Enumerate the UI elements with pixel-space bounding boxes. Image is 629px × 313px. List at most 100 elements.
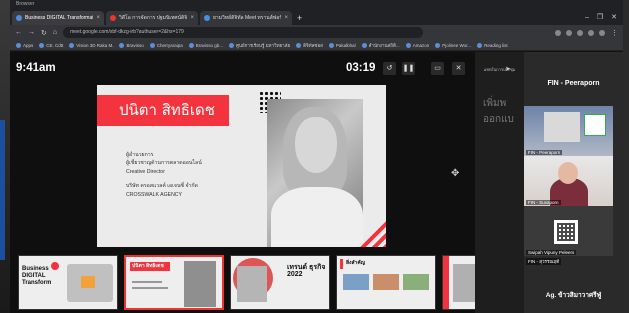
slide-role-line: Creative Director xyxy=(126,168,165,175)
reading-list-icon xyxy=(477,42,483,48)
extension-icon[interactable] xyxy=(588,29,594,36)
participant-label: Swipah Vipuny Peleers xyxy=(526,250,577,255)
chat-preview: เพิ่มพ ออกแบ xyxy=(483,96,514,128)
slide-thumbnails: Business DIGITAL Transform ปนิตา สิทธิเด… xyxy=(18,255,476,311)
bookmark-item[interactable]: ดิจิทัลซ่อส xyxy=(296,42,323,49)
tab-business-transform[interactable]: Business DIGITAL Transformation Cha × xyxy=(12,11,104,25)
reset-timer-icon[interactable]: ↺ xyxy=(383,62,396,75)
participant-tile[interactable]: FIN - Suvaporn xyxy=(524,156,613,206)
menu-icon[interactable]: ⋮ xyxy=(611,29,618,37)
home-icon[interactable]: ⌂ xyxy=(53,29,57,36)
participants-panel: FIN - Peeraporn FIN - Peeraporn FIN - Su… xyxy=(524,52,623,313)
thumbnail-title: ปนิตา สิทธิเดช xyxy=(132,263,164,269)
close-icon[interactable]: × xyxy=(96,15,100,21)
bookmark-label: Pakalbhal xyxy=(335,42,356,48)
bookmark-icon xyxy=(328,42,334,48)
tab-favicon-icon xyxy=(16,15,22,21)
bookmark-icon xyxy=(119,42,125,48)
slide-name-title: ปนิตา สิทธิเดช xyxy=(97,95,229,126)
thumbnail-slide-5[interactable] xyxy=(442,255,476,310)
chat-header: แชทในการประชุม xyxy=(483,67,516,72)
close-icon[interactable]: ✕ xyxy=(452,62,465,75)
bookmark-item[interactable]: ศูนย์การเรียนรู้ มหาวิทยาลัย xyxy=(229,42,290,49)
bookmark-item[interactable]: Vision 3D Raka M. xyxy=(69,42,114,48)
bookmark-item[interactable]: Amazon xyxy=(405,42,429,48)
extension-icon[interactable] xyxy=(555,29,561,36)
thumbnail-slide-4[interactable]: สิ่งสำคัญ xyxy=(336,255,436,310)
bookmark-icon xyxy=(39,42,45,48)
bookmark-label: ดิจิทัลซ่อส xyxy=(303,42,323,48)
bookmark-label: Reading list xyxy=(484,42,508,48)
back-icon[interactable]: ← xyxy=(15,29,22,36)
tab-label: ยามวิทย์ดิจิทัล Meet ทรานส์ฟอร์มดิจิทัล xyxy=(213,15,282,21)
bookmark-item[interactable]: Bravisso xyxy=(119,42,144,48)
bookmark-item[interactable]: Pakalbhal xyxy=(328,42,356,48)
meet-icon xyxy=(204,15,210,21)
bookmark-label: CE. Cdtt xyxy=(46,42,64,48)
bookmark-label: Bravisso gb... xyxy=(195,42,224,48)
youtube-icon xyxy=(110,15,116,21)
bookmark-icon xyxy=(149,42,155,48)
participant-name: Ag. ข้าวสิมาวาศรีฟู่ xyxy=(545,292,602,299)
window-title: Browser xyxy=(10,0,623,9)
bookmark-icon xyxy=(435,42,441,48)
forward-icon[interactable]: → xyxy=(28,29,35,36)
bookmark-label: ศูนย์การเรียนรู้ มหาวิทยาลัย xyxy=(236,42,291,48)
bookmark-item[interactable]: Pjolinee Wor... xyxy=(435,42,472,48)
bookmark-label: Vision 3D Raka M. xyxy=(76,42,114,48)
apps-icon xyxy=(16,42,21,48)
bookmark-label: Bravisso xyxy=(126,42,144,48)
url-field[interactable]: meet.google.com/xbf-dkzg-irb?authuser=2&… xyxy=(63,27,424,38)
tab-meet[interactable]: ยามวิทย์ดิจิทัล Meet ทรานส์ฟอร์มดิจิทัล … xyxy=(200,11,292,25)
extension-icon[interactable] xyxy=(566,29,572,36)
participant-tile[interactable]: Swipah Vipuny Peleers xyxy=(524,206,613,256)
thumbnail-slide-3[interactable]: เทรนด์ ธุรกิจ 2022 xyxy=(230,255,330,310)
bookmark-label: Pjolinee Wor... xyxy=(442,42,472,48)
close-icon[interactable]: × xyxy=(284,15,288,21)
address-bar-row: ← → ↻ ⌂ meet.google.com/xbf-dkzg-irb?aut… xyxy=(10,25,623,40)
thumbnail-title: เทรนด์ ธุรกิจ 2022 xyxy=(287,264,326,278)
tab-bar: Business DIGITAL Transformation Cha × วิ… xyxy=(10,9,623,25)
meeting-screenshot: Browser Business DIGITAL Transformation … xyxy=(0,0,629,313)
bookmark-label: Cherryaraipa xyxy=(156,42,183,48)
slide-company-line: CROSSWALK AGENCY xyxy=(126,191,183,198)
thumbnail-slide-2[interactable]: ปนิตา สิทธิเดช xyxy=(124,255,224,310)
slide-role-line: ผู้อำนวยการ xyxy=(126,152,154,158)
thumbnail-title: สิ่งสำคัญ xyxy=(346,260,365,266)
presenter-name: FIN - Peeraporn xyxy=(547,80,600,87)
participant-tile[interactable]: FIN - สุวรรณฤดี Ag. ข้าวสิมาวาศรีฟู่ xyxy=(524,256,613,313)
participant-label: FIN - Suvaporn xyxy=(526,200,561,205)
thumbnail-slide-1[interactable]: Business DIGITAL Transform xyxy=(18,255,118,310)
bookmark-item[interactable]: CE. Cdtt xyxy=(39,42,64,48)
pause-icon[interactable]: ❚❚ xyxy=(402,62,415,75)
bookmark-item[interactable]: สำนักงานสถิติ... xyxy=(361,42,400,49)
profile-icon[interactable] xyxy=(599,29,605,36)
close-window-icon[interactable]: ✕ xyxy=(611,11,617,25)
participant-tile[interactable]: FIN - Peeraporn xyxy=(524,106,613,156)
current-slide: ปนิตา สิทธิเดช ผู้อำนวยการ ผู้เชี่ยวชาญด… xyxy=(97,85,386,247)
tab-video[interactable]: วิดีโอ การจัดการ ปฐมนิเทศน์ดิจิทัล × xyxy=(106,11,198,25)
chat-panel: ➤ แชทในการประชุม เพิ่มพ ออกแบ xyxy=(475,52,524,313)
tab-label: Business DIGITAL Transformation Cha xyxy=(25,15,93,21)
bookmark-icon xyxy=(296,42,302,48)
captions-icon[interactable]: ▭ xyxy=(431,62,444,75)
speaker-photo xyxy=(267,99,363,247)
extension-icon[interactable] xyxy=(577,29,583,36)
reload-icon[interactable]: ↻ xyxy=(41,29,47,37)
reading-list[interactable]: Reading list xyxy=(477,42,508,48)
thumbnail-title: Business DIGITAL Transform xyxy=(22,266,52,286)
participant-label: FIN - Peeraporn xyxy=(526,150,563,155)
bookmark-item[interactable]: Bravisso gb... xyxy=(188,42,224,48)
minimize-icon[interactable]: – xyxy=(585,11,589,25)
bookmark-item[interactable]: Apps xyxy=(16,42,33,48)
slide-info: ผู้อำนวยการ ผู้เชี่ยวชาญด้านการตลาดออนไล… xyxy=(126,151,202,199)
bookmark-item[interactable]: Cherryaraipa xyxy=(149,42,183,48)
chat-line: เพิ่มพ xyxy=(483,98,507,109)
qr-code-image xyxy=(554,220,578,244)
close-icon[interactable]: × xyxy=(190,15,194,21)
tab-label: วิดีโอ การจัดการ ปฐมนิเทศน์ดิจิทัล xyxy=(119,15,188,21)
clock: 9:41am xyxy=(16,62,56,74)
maximize-icon[interactable]: ❐ xyxy=(597,11,603,25)
new-tab-button[interactable]: + xyxy=(297,11,302,25)
move-cursor-icon: ✥ xyxy=(451,168,460,179)
